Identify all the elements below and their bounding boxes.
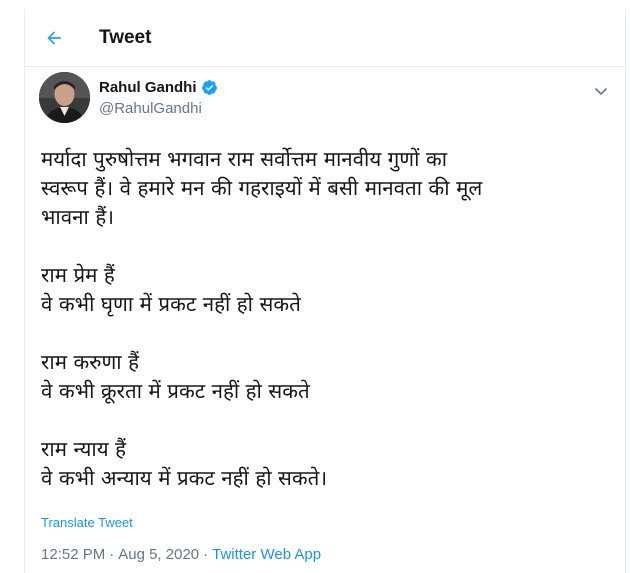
tweet-source-link[interactable]: Twitter Web App [212,546,321,563]
author-handle[interactable]: @RahulGandhi [99,100,202,117]
meta-separator: · [203,546,209,563]
tweet-line: स्वरूप हैं। वे हमारे मन की गहराइयों में … [41,176,483,200]
page-header: Tweet [25,9,625,67]
tweet-line: राम न्याय हैं [41,437,127,461]
tweet-line: मर्यादा पुरुषोत्तम भगवान राम सर्वोत्तम म… [41,147,448,171]
tweet-text: मर्यादा पुरुषोत्तम भगवान राम सर्वोत्तम म… [41,145,611,493]
back-button[interactable] [43,27,65,49]
tweet-line: भावना हैं। [41,205,114,229]
tweet-date[interactable]: Aug 5, 2020 [118,546,199,563]
tweet-time[interactable]: 12:52 PM [41,546,105,563]
arrow-left-icon [47,31,61,45]
author-name-row: Rahul Gandhi [99,79,218,96]
tweet-line: वे कभी अन्याय में प्रकट नहीं हो सकते। [41,466,328,490]
tweet-metadata: 12:52 PM · Aug 5, 2020 · Twitter Web App [41,546,321,563]
verified-badge-icon [201,80,217,95]
tweet-menu-button[interactable] [593,83,609,99]
avatar-image [39,72,90,123]
tweet-line: राम प्रेम हैं [41,263,115,287]
tweet-detail-panel: Tweet Rahul Gandhi @RahulGandhi मर्यादा … [24,9,626,573]
tweet-line: राम करुणा हैं [41,350,140,374]
translate-tweet-link[interactable]: Translate Tweet [41,515,133,530]
avatar[interactable] [39,72,90,123]
tweet-line: वे कभी घृणा में प्रकट नहीं हो सकते [41,292,301,316]
page-title: Tweet [99,27,152,48]
author-name[interactable]: Rahul Gandhi [99,79,197,96]
tweet-line: वे कभी क्रूरता में प्रकट नहीं हो सकते [41,379,310,403]
meta-separator: · [109,546,115,563]
chevron-down-icon [595,88,607,95]
